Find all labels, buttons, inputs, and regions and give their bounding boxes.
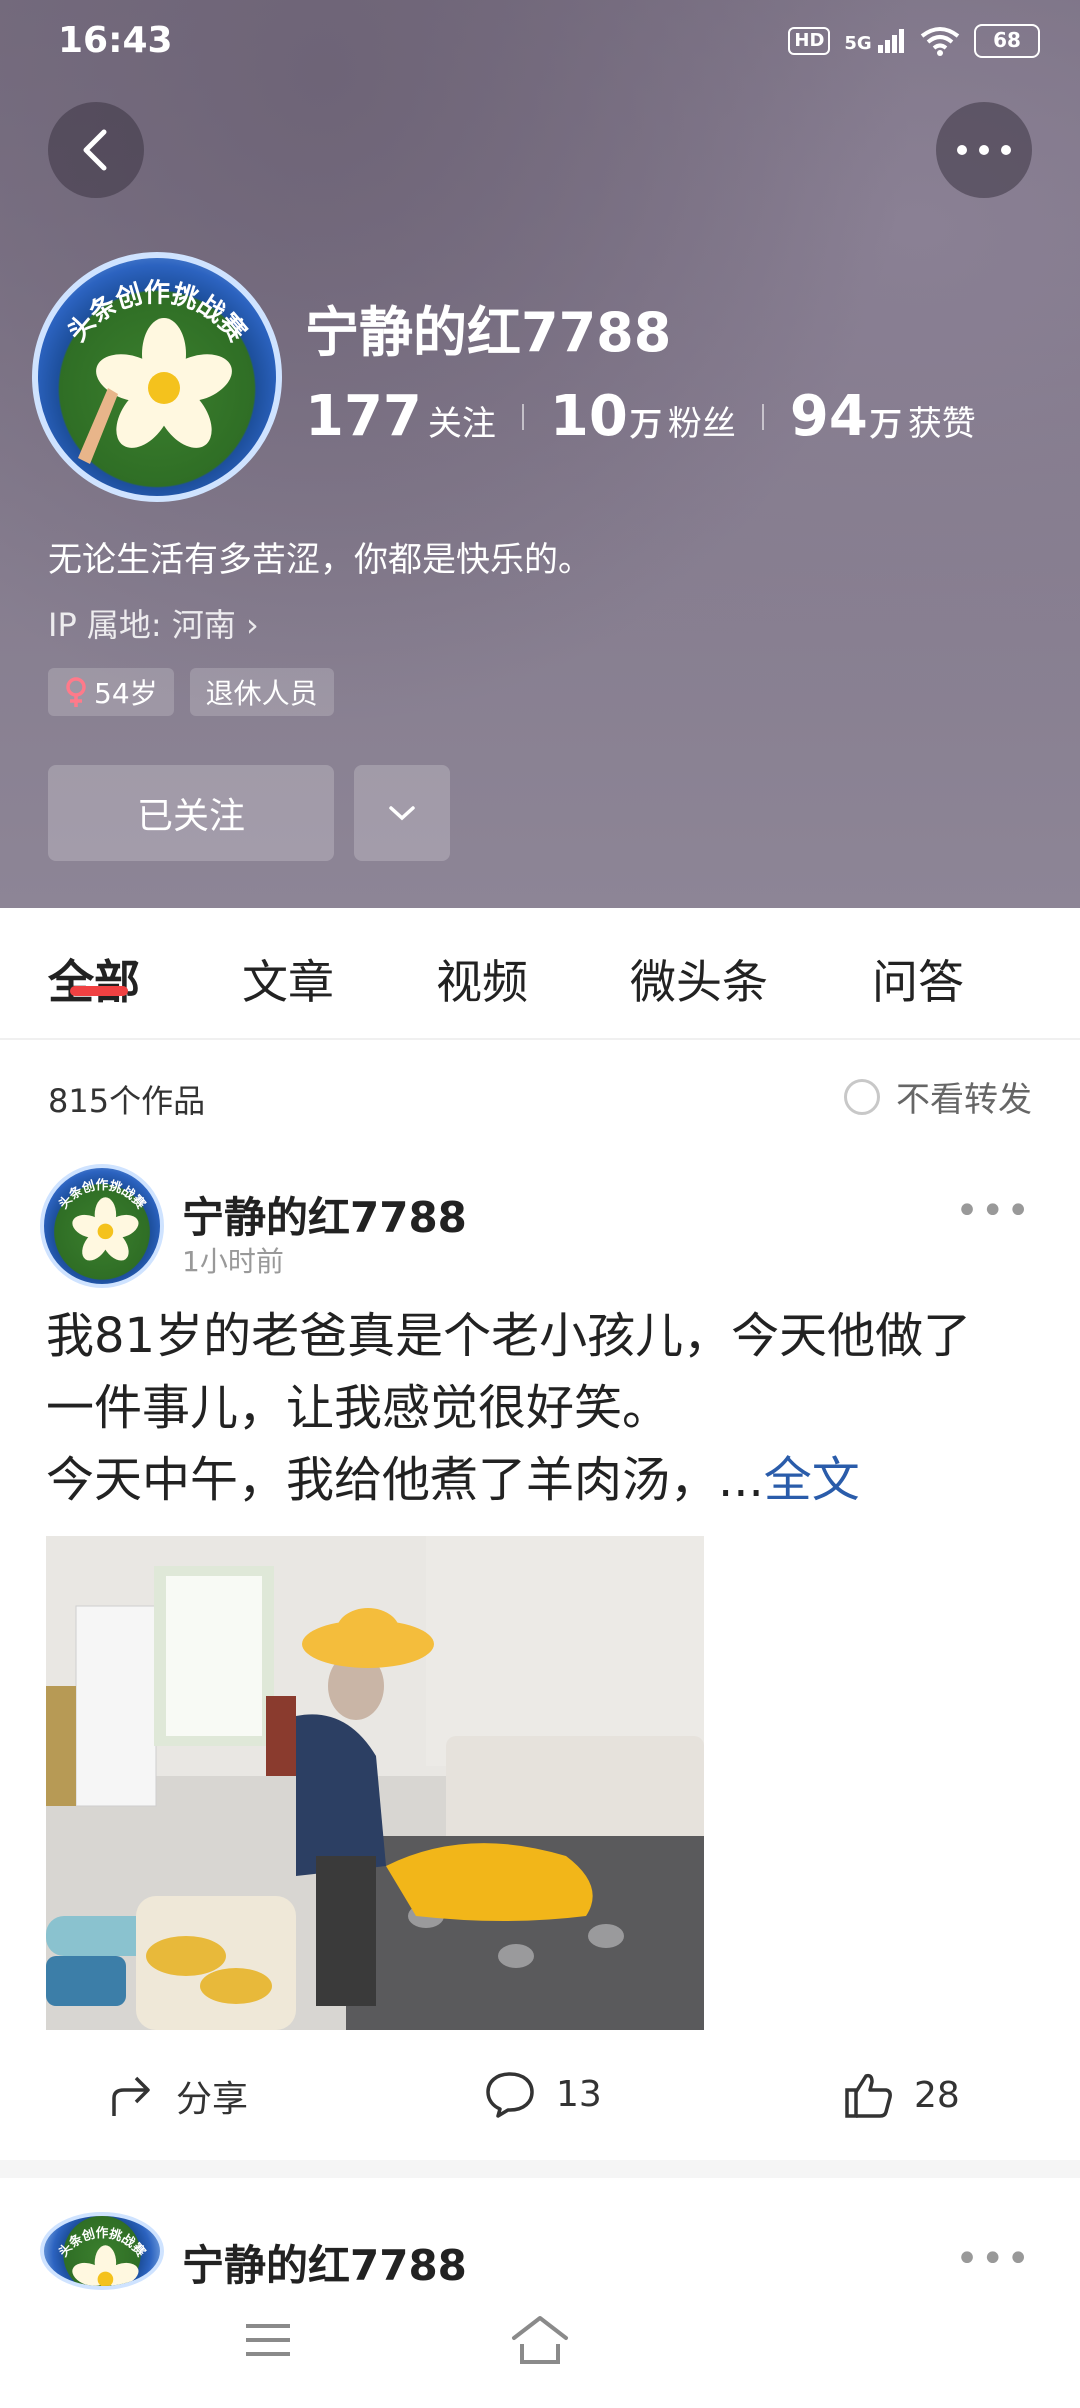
tab-all[interactable]: 全部 [48, 946, 140, 1012]
followers-label[interactable]: 粉丝 [668, 396, 736, 445]
post-more-icon[interactable]: ••• [955, 2236, 1032, 2282]
comment-icon [486, 2072, 534, 2118]
recommend-dropdown-button[interactable] [354, 765, 450, 861]
share-icon [112, 2076, 150, 2116]
stat-divider [521, 403, 524, 430]
back-button[interactable] [48, 102, 144, 198]
post-more-icon[interactable]: ••• [955, 1188, 1032, 1234]
network-type: 5G [844, 32, 872, 54]
post-text[interactable]: 我81岁的老爸真是个老小孩儿，今天他做了 一件事儿，让我感觉很好笑。 今天中午，… [46, 1300, 1046, 1516]
post-author-avatar[interactable]: 头条创作挑战赛 [40, 2212, 164, 2290]
following-label[interactable]: 关注 [428, 396, 496, 445]
tab-micro-headlines[interactable]: 微头条 [630, 946, 768, 1012]
female-icon [66, 677, 86, 707]
tab-articles[interactable]: 文章 [242, 946, 334, 1012]
like-button[interactable]: 28 [844, 2070, 960, 2120]
comment-button[interactable]: 13 [484, 2070, 602, 2118]
home-icon[interactable] [510, 2314, 570, 2366]
post-text-excerpt: 今天中午，我给他煮了羊肉汤，... [46, 1452, 764, 1508]
living-room-photo [46, 1536, 704, 2030]
hide-reposts-label: 不看转发 [896, 1080, 1032, 1120]
tab-videos[interactable]: 视频 [436, 946, 528, 1012]
hd-icon: HD [788, 27, 831, 55]
more-button[interactable] [936, 102, 1032, 198]
profile-name: 宁静的红7788 [305, 301, 672, 364]
post-time: 1小时前 [182, 1245, 284, 1278]
battery-icon: 68 [974, 24, 1040, 58]
profile-bio: 无论生活有多苦涩，你都是快乐的。 [48, 540, 592, 580]
content-tabs: 全部 文章 视频 微头条 问答 [0, 908, 1080, 1040]
profile-header: 16:43 HD 5G 68 头条创作挑战赛 宁静的红7788 177 关注 1… [0, 0, 1080, 908]
hide-reposts-toggle[interactable]: 不看转发 [844, 1072, 1032, 1121]
next-post-author-name[interactable]: 宁静的红7788 [182, 2232, 467, 2293]
post-author-name[interactable]: 宁静的红7788 [182, 1184, 467, 1245]
job-tag: 退休人员 [189, 668, 334, 716]
share-label: 分享 [176, 2079, 249, 2120]
menu-icon[interactable] [244, 2320, 292, 2360]
followers-unit: 万 [629, 405, 662, 443]
post-author-avatar[interactable]: 头条创作挑战赛 [40, 1164, 164, 1288]
flower-badge-image: 头条创作挑战赛 [55, 2225, 149, 2286]
wifi-icon [920, 27, 960, 56]
share-button[interactable]: 分享 [108, 2070, 248, 2122]
profile-tags: 54岁 退休人员 [48, 668, 334, 716]
post-actions: 分享 13 28 [0, 2058, 1080, 2138]
status-time: 16:43 [58, 20, 173, 61]
status-icons: HD 5G 68 [788, 24, 1040, 58]
age-label: 54岁 [94, 677, 158, 710]
active-tab-indicator [70, 986, 128, 996]
likes-count: 94 [789, 384, 868, 449]
post-image[interactable] [46, 1536, 704, 2030]
more-icon [957, 145, 1011, 155]
like-count: 28 [914, 2074, 960, 2116]
flower-badge-image: 头条创作挑战赛 [55, 1177, 149, 1261]
job-label: 退休人员 [205, 677, 318, 710]
status-bar: 16:43 HD 5G 68 [0, 18, 1080, 66]
followed-button[interactable]: 已关注 [48, 765, 334, 861]
ip-location[interactable]: IP 属地: 河南 › [48, 600, 259, 646]
age-tag: 54岁 [48, 668, 174, 716]
feed-divider [0, 2160, 1080, 2178]
back-icon [83, 129, 107, 171]
read-full-link[interactable]: 全文 [764, 1452, 860, 1508]
system-nav-bar [0, 2290, 1080, 2408]
following-count[interactable]: 177 [305, 384, 422, 449]
chevron-down-icon [389, 806, 415, 821]
likes-unit: 万 [869, 405, 902, 443]
post-text-line: 一件事儿，让我感觉很好笑。 [46, 1380, 671, 1436]
post-text-line: 今天中午，我给他煮了羊肉汤，...全文 [46, 1444, 1046, 1516]
likes-label: 获赞 [907, 404, 976, 444]
radio-icon[interactable] [844, 1078, 880, 1115]
post-text-line: 我81岁的老爸真是个老小孩儿，今天他做了 [46, 1308, 972, 1364]
works-count: 815个作品 [48, 1082, 206, 1120]
stat-divider [761, 403, 764, 430]
profile-avatar[interactable]: 头条创作挑战赛 [32, 252, 282, 502]
comment-count: 13 [556, 2073, 602, 2115]
profile-stats: 177 关注 10 万 粉丝 94 万 获赞 [305, 384, 976, 449]
tab-qa[interactable]: 问答 [872, 946, 964, 1012]
like-icon [845, 2073, 892, 2118]
signal-icon: 5G [844, 28, 906, 54]
flower-badge-image: 头条创作挑战赛 [62, 278, 253, 464]
followers-count[interactable]: 10 [550, 384, 628, 449]
